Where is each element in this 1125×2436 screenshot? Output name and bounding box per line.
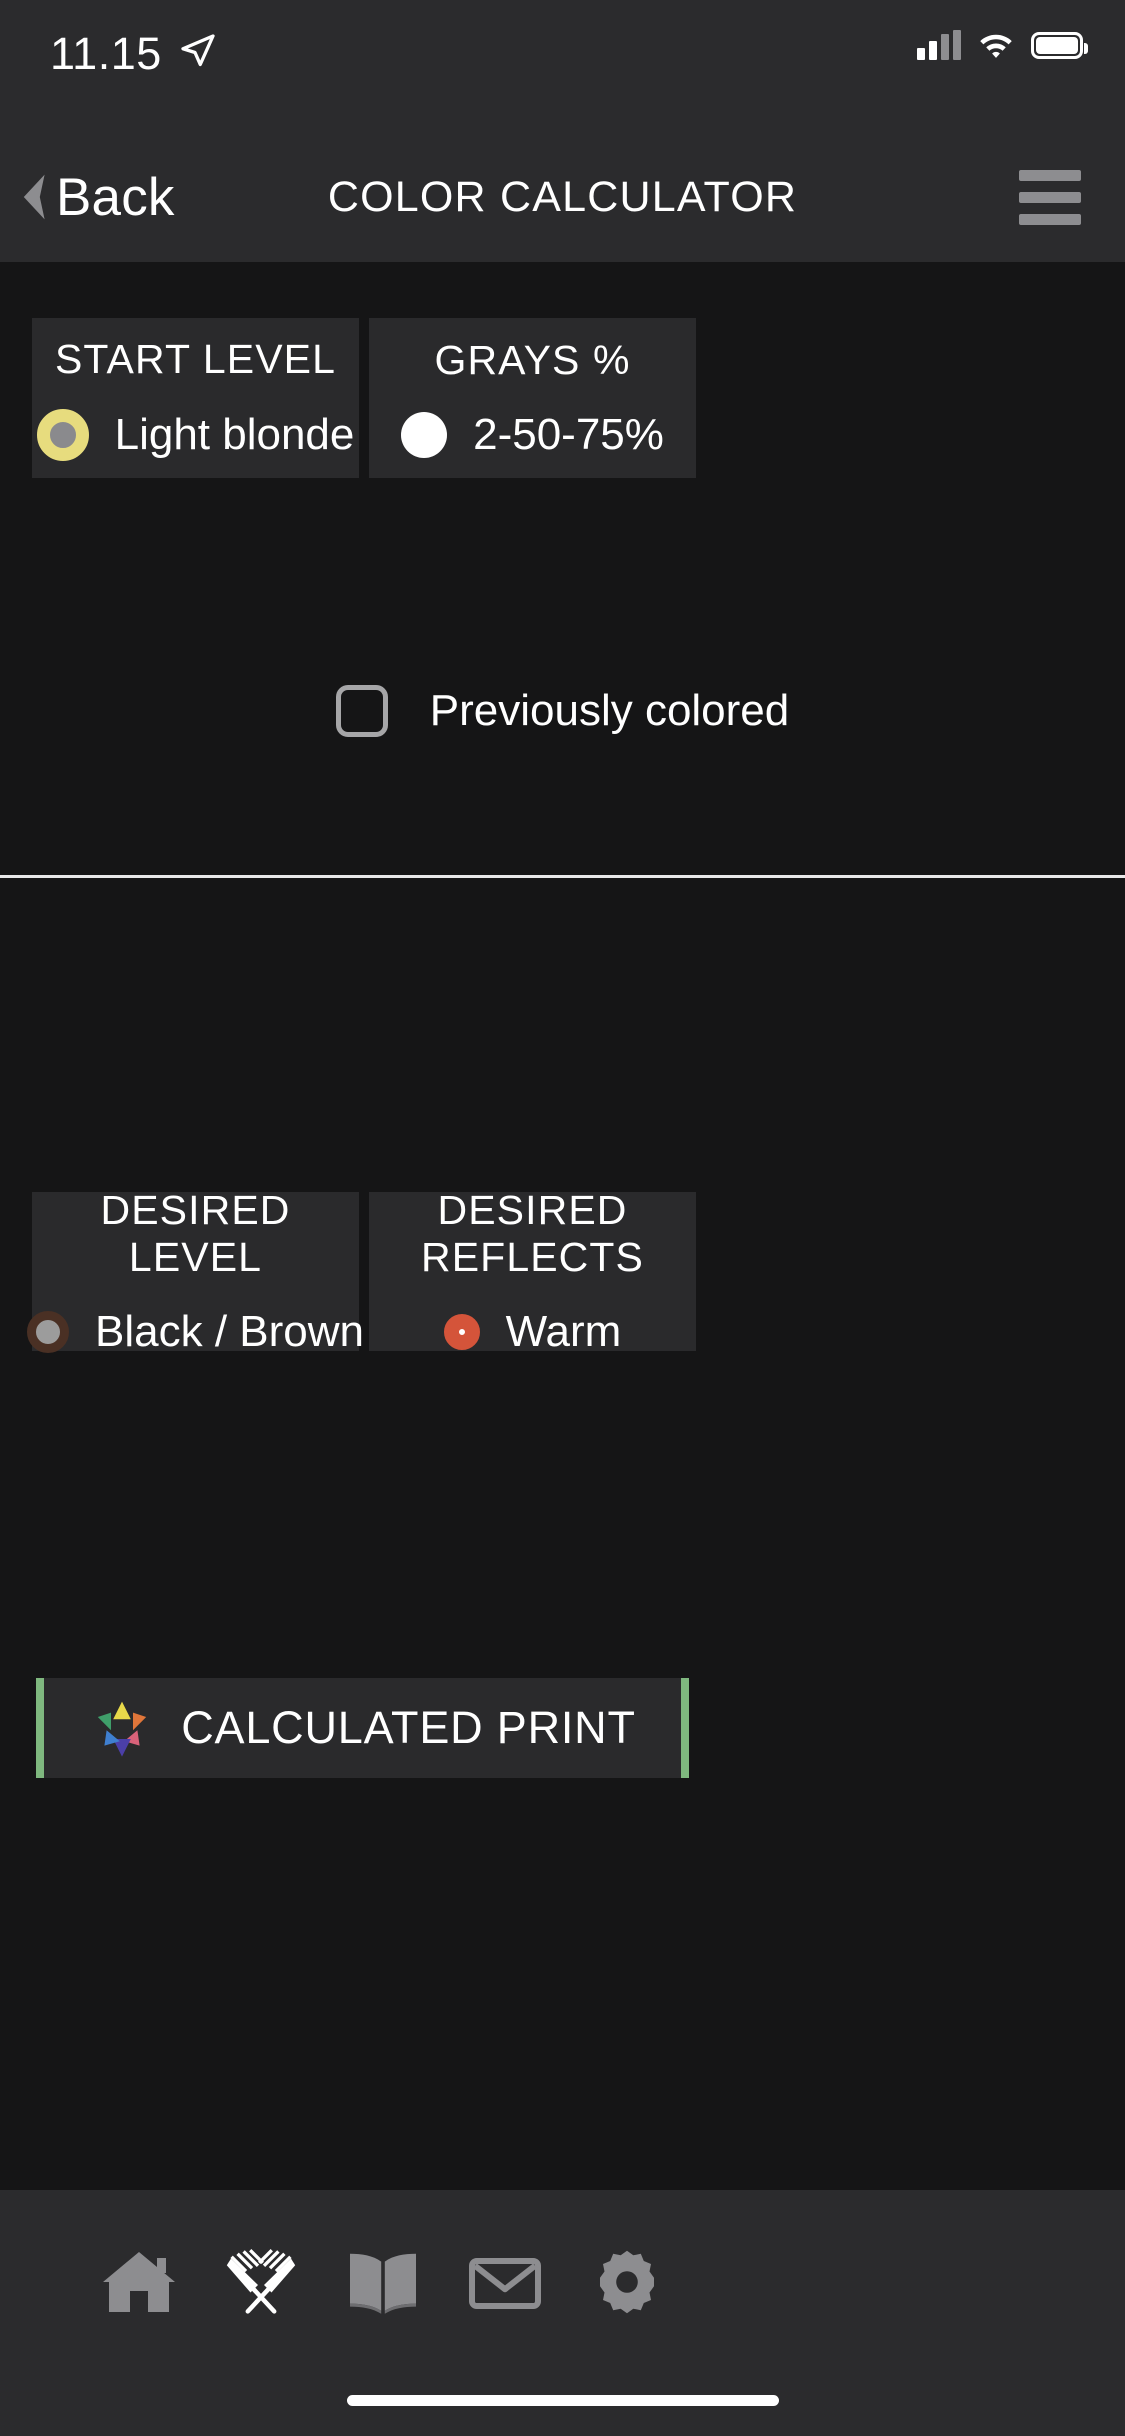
grays-percent-value-row: 2-50-75% bbox=[401, 410, 664, 460]
hamburger-menu-icon[interactable] bbox=[1007, 132, 1093, 262]
status-bar-indicators bbox=[917, 30, 1088, 60]
gear-icon bbox=[600, 2250, 654, 2314]
desired-reflects-title: DESIRED REFLECTS bbox=[421, 1186, 644, 1280]
tab-home[interactable] bbox=[78, 2222, 200, 2342]
tab-mail[interactable] bbox=[444, 2222, 566, 2342]
start-cards-row: START LEVEL Light blonde GRAYS % 2-50-75… bbox=[32, 318, 696, 478]
desired-reflects-value: Warm bbox=[505, 1306, 622, 1356]
desired-cards-row: DESIRED LEVEL Black / Brown DESIRED REFL… bbox=[27, 1187, 696, 1356]
tab-settings[interactable] bbox=[566, 2222, 688, 2342]
tab-bar-items bbox=[0, 2212, 1125, 2352]
battery-full-icon bbox=[1031, 31, 1088, 59]
home-icon bbox=[103, 2252, 175, 2312]
start-level-value: Light blonde bbox=[114, 409, 355, 459]
navigation-bar: Back COLOR CALCULATOR bbox=[0, 132, 1125, 262]
cellular-signal-icon bbox=[917, 30, 961, 60]
grays-percent-value: 2-50-75% bbox=[473, 409, 664, 459]
start-level-value-row: Light blonde bbox=[36, 408, 355, 461]
home-indicator bbox=[346, 2395, 779, 2406]
desired-level-card[interactable]: DESIRED LEVEL Black / Brown bbox=[27, 1187, 364, 1356]
desired-reflects-card[interactable]: DESIRED REFLECTS Warm bbox=[369, 1187, 696, 1356]
app-screen: 11.15 Back COLOR CALCULATOR START LEVEL … bbox=[0, 0, 1125, 2436]
envelope-icon bbox=[469, 2258, 541, 2309]
chevron-left-icon bbox=[23, 174, 45, 220]
open-book-icon bbox=[350, 2253, 416, 2314]
tab-bar bbox=[0, 2190, 1125, 2436]
status-bar: 11.15 bbox=[0, 0, 1125, 132]
back-button[interactable]: Back bbox=[10, 132, 193, 262]
location-arrow-icon bbox=[181, 34, 215, 67]
color-swatch-light-blonde bbox=[36, 408, 89, 461]
color-swatch-warm bbox=[443, 1313, 480, 1350]
section-divider bbox=[0, 875, 1125, 878]
crossed-color-combs-icon bbox=[226, 2249, 296, 2314]
tab-book[interactable] bbox=[322, 2222, 444, 2342]
desired-level-value-row: Black / Brown bbox=[27, 1307, 364, 1357]
grays-percent-title: GRAYS % bbox=[434, 336, 631, 383]
status-bar-time: 11.15 bbox=[50, 28, 162, 79]
previously-colored-row[interactable]: Previously colored bbox=[0, 685, 1125, 737]
calculated-print-button[interactable]: CALCULATED PRINT bbox=[36, 1678, 689, 1778]
start-level-title: START LEVEL bbox=[54, 335, 336, 382]
desired-level-value: Black / Brown bbox=[95, 1306, 364, 1356]
color-star-icon bbox=[98, 1701, 147, 1757]
back-button-label: Back bbox=[56, 167, 175, 227]
previously-colored-label: Previously colored bbox=[429, 686, 790, 735]
desired-reflects-value-row: Warm bbox=[443, 1306, 622, 1357]
grays-percent-card[interactable]: GRAYS % 2-50-75% bbox=[369, 318, 696, 478]
color-swatch-grays bbox=[401, 411, 448, 458]
calculated-print-label: CALCULATED PRINT bbox=[181, 1702, 636, 1753]
desired-level-title: DESIRED LEVEL bbox=[100, 1186, 291, 1280]
start-level-card[interactable]: START LEVEL Light blonde bbox=[32, 318, 359, 478]
tab-color-combs[interactable] bbox=[200, 2222, 322, 2342]
checkbox-unchecked-icon[interactable] bbox=[335, 685, 388, 737]
wifi-icon bbox=[980, 34, 1012, 58]
color-swatch-black-brown bbox=[27, 1310, 70, 1353]
